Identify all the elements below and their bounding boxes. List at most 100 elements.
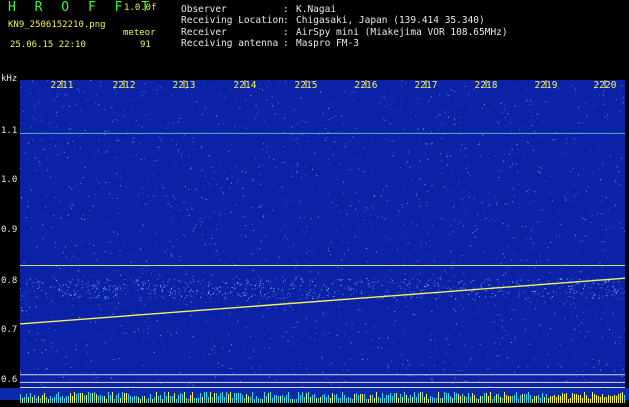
separator: : <box>283 38 289 49</box>
strip-bar <box>388 395 389 403</box>
strip-bar <box>386 395 387 403</box>
strip-bar <box>214 393 215 403</box>
strip-bar <box>326 397 327 403</box>
strip-bar <box>222 392 223 403</box>
signal-strength-strip <box>0 388 629 400</box>
location-label: Receiving Location <box>181 15 284 26</box>
strip-bar <box>238 393 239 403</box>
strip-bar <box>416 397 417 403</box>
strip-bar <box>406 395 407 403</box>
x-tick-marks <box>62 80 605 88</box>
strip-bar <box>224 397 225 403</box>
spectrogram-plot <box>20 80 625 390</box>
strip-bar <box>422 392 423 403</box>
strip-bar <box>618 394 619 403</box>
separator: : <box>283 27 289 38</box>
strip-bar <box>54 397 55 403</box>
strip-bar <box>520 395 521 403</box>
strip-bar <box>432 397 433 403</box>
strip-bar <box>442 398 443 403</box>
strip-bar <box>382 393 383 403</box>
strip-bar <box>100 395 101 403</box>
strip-bar <box>202 397 203 403</box>
strip-bar <box>258 398 259 403</box>
strip-bar <box>452 398 453 403</box>
strip-bar <box>574 394 575 403</box>
strip-bar <box>338 398 339 403</box>
strip-bar <box>470 397 471 403</box>
strip-bar <box>20 394 21 403</box>
y-tick-label: 0.9 <box>1 225 17 235</box>
strip-bar <box>70 393 71 403</box>
strip-bar <box>44 393 45 403</box>
strip-bar <box>414 392 415 403</box>
strip-canvas <box>0 391 629 403</box>
strip-bar <box>472 393 473 403</box>
strip-bar <box>46 397 47 403</box>
strip-bar <box>530 395 531 403</box>
strip-bar <box>314 394 315 403</box>
strip-bar <box>132 397 133 403</box>
strip-bar <box>320 397 321 403</box>
strip-bar <box>52 398 53 403</box>
observer-label: Observer <box>181 4 227 15</box>
strip-bar <box>24 397 25 403</box>
strip-bar <box>556 397 557 403</box>
x-tick-label: 2219 <box>535 80 558 91</box>
count-label: 91 <box>140 40 151 51</box>
strip-bar <box>600 397 601 403</box>
strip-bar <box>232 398 233 403</box>
strip-bar <box>164 392 165 403</box>
strip-bar <box>486 393 487 403</box>
strip-bar <box>402 397 403 403</box>
strip-bar <box>74 392 75 403</box>
strip-bar <box>120 398 121 403</box>
x-tick-label: 2215 <box>295 80 318 91</box>
strip-bar <box>342 392 343 403</box>
strip-bar <box>268 393 269 403</box>
strip-bar <box>308 392 309 403</box>
strip-bar <box>448 393 449 403</box>
strip-bar <box>234 393 235 403</box>
separator: : <box>283 15 289 26</box>
strip-bar <box>578 395 579 403</box>
strip-bar <box>340 398 341 403</box>
strip-bar <box>424 397 425 403</box>
strip-bar <box>426 394 427 403</box>
strip-bar <box>200 393 201 403</box>
strip-bar <box>572 393 573 403</box>
strip-bar <box>418 393 419 403</box>
strip-bar <box>160 395 161 403</box>
strip-bar <box>544 397 545 403</box>
strip-bar <box>358 395 359 403</box>
strip-bar <box>466 397 467 403</box>
strip-bar <box>396 393 397 403</box>
strip-bar <box>86 395 87 403</box>
strip-bar <box>110 395 111 403</box>
strip-bar <box>374 398 375 403</box>
strip-bar <box>284 397 285 403</box>
strip-bar <box>576 394 577 403</box>
strip-bar <box>168 392 169 403</box>
strip-bar <box>524 394 525 403</box>
strip-bar <box>332 393 333 403</box>
strip-bar <box>408 398 409 403</box>
strip-bar <box>186 398 187 403</box>
strip-bar <box>440 398 441 403</box>
strip-bar <box>586 395 587 403</box>
strip-bar <box>82 393 83 403</box>
strip-bar <box>606 397 607 403</box>
strip-bar <box>584 392 585 403</box>
strip-bar <box>328 395 329 403</box>
strip-bar <box>458 394 459 403</box>
strip-bar <box>564 394 565 403</box>
y-axis: kHz 1.1 1.0 0.9 0.8 0.7 0.6 <box>0 74 20 400</box>
strip-bar <box>566 393 567 403</box>
strip-bar <box>274 395 275 403</box>
strip-bar <box>554 395 555 403</box>
x-tick-label: 2214 <box>234 80 257 91</box>
strip-bar <box>126 393 127 403</box>
y-axis-unit: kHz <box>1 74 17 84</box>
mode-label: meteor <box>123 28 156 39</box>
strip-bar <box>360 394 361 403</box>
